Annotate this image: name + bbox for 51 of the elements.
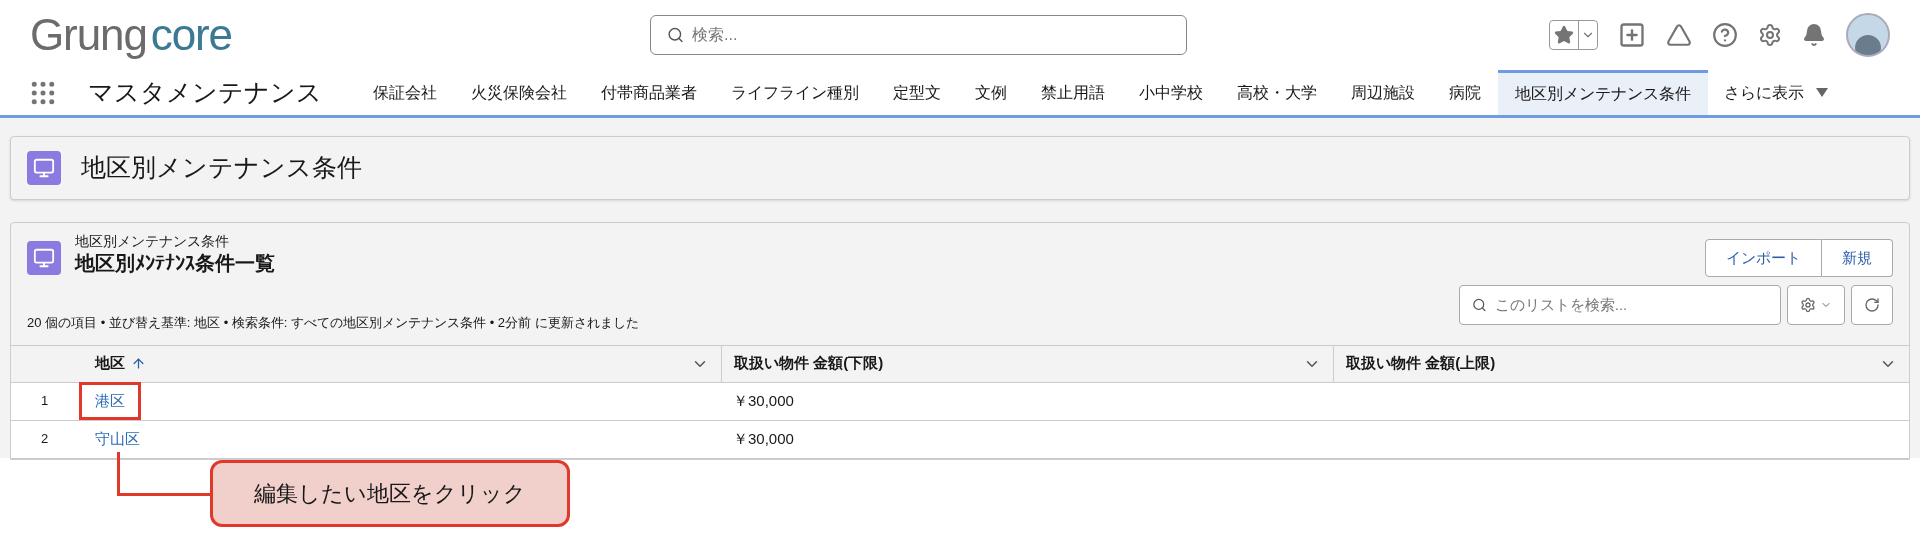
nav-tab[interactable]: 文例 — [958, 70, 1024, 115]
more-tab[interactable]: さらに表示 — [1708, 70, 1844, 115]
list-search-input[interactable]: このリストを検索... — [1494, 293, 1768, 317]
row-number: 2 — [11, 420, 95, 459]
caret-icon — [1816, 88, 1828, 97]
bell-icon[interactable] — [1802, 23, 1826, 47]
settings-dropdown-button[interactable] — [1787, 285, 1845, 325]
list-summary: 20 個の項目 • 並び替え基準: 地区 • 検索条件: すべての地区別メンテナンス条件 • 2分前 に更新されました — [26, 314, 640, 332]
district-link[interactable]: 港区 — [95, 389, 125, 413]
nav-tab[interactable]: 小中学校 — [1122, 70, 1220, 115]
search-field[interactable]: 検索... — [650, 15, 1187, 55]
column-header[interactable]: 地区 — [95, 344, 721, 383]
search-icon — [1472, 297, 1487, 313]
list-button[interactable]: インポート — [1705, 239, 1822, 277]
avatar[interactable] — [1846, 13, 1890, 57]
nav-tab[interactable]: 付帯商品業者 — [584, 70, 714, 115]
logo: Grungcore — [30, 13, 233, 57]
list-title: 地区別ﾒﾝﾃﾅﾝｽ条件一覧 — [75, 250, 275, 276]
monitor-icon — [27, 241, 61, 275]
nav-tab[interactable]: 定型文 — [876, 70, 958, 115]
column-header[interactable]: 取扱い物件 金額(上限) — [1333, 344, 1909, 383]
nav-tab[interactable]: 高校・大学 — [1220, 70, 1334, 115]
star-icon — [1554, 25, 1574, 45]
triangle-icon[interactable] — [1666, 22, 1692, 48]
list-button[interactable]: 新規 — [1822, 239, 1893, 277]
nav-tab[interactable]: ライフライン種別 — [714, 70, 876, 115]
nav-tab[interactable]: 周辺施設 — [1334, 70, 1432, 115]
nav-tab[interactable]: 火災保険会社 — [454, 70, 584, 115]
favorites-button[interactable] — [1549, 20, 1598, 50]
nav-tab[interactable]: 地区別メンテナンス条件 — [1498, 70, 1708, 115]
nav-tab[interactable]: 病院 — [1432, 70, 1498, 115]
refresh-icon — [1864, 297, 1880, 313]
gear-icon — [1800, 297, 1816, 313]
app-name: マスタメンテナンス — [88, 76, 322, 108]
page-title: 地区別メンテナンス条件 — [81, 152, 362, 184]
add-icon[interactable] — [1618, 21, 1646, 49]
table-cell: ￥30,000 — [721, 420, 1333, 459]
search-icon — [667, 26, 685, 44]
object-name: 地区別メンテナンス条件 — [75, 233, 230, 251]
nav-tab[interactable]: 禁止用語 — [1024, 70, 1122, 115]
monitor-icon — [27, 151, 61, 185]
column-header[interactable]: 取扱い物件 金額(下限) — [721, 344, 1333, 383]
help-icon[interactable] — [1712, 22, 1738, 48]
search-input[interactable]: 検索... — [692, 23, 1170, 47]
table-cell: ￥30,000 — [721, 382, 1333, 421]
callout: 編集したい地区をクリック — [210, 460, 570, 527]
district-link[interactable]: 守山区 — [95, 427, 140, 451]
nav-tab[interactable]: 保証会社 — [356, 70, 454, 115]
settings-icon[interactable] — [1758, 23, 1782, 47]
list-search-field[interactable]: このリストを検索... — [1459, 285, 1781, 325]
refresh-button[interactable] — [1851, 285, 1893, 325]
